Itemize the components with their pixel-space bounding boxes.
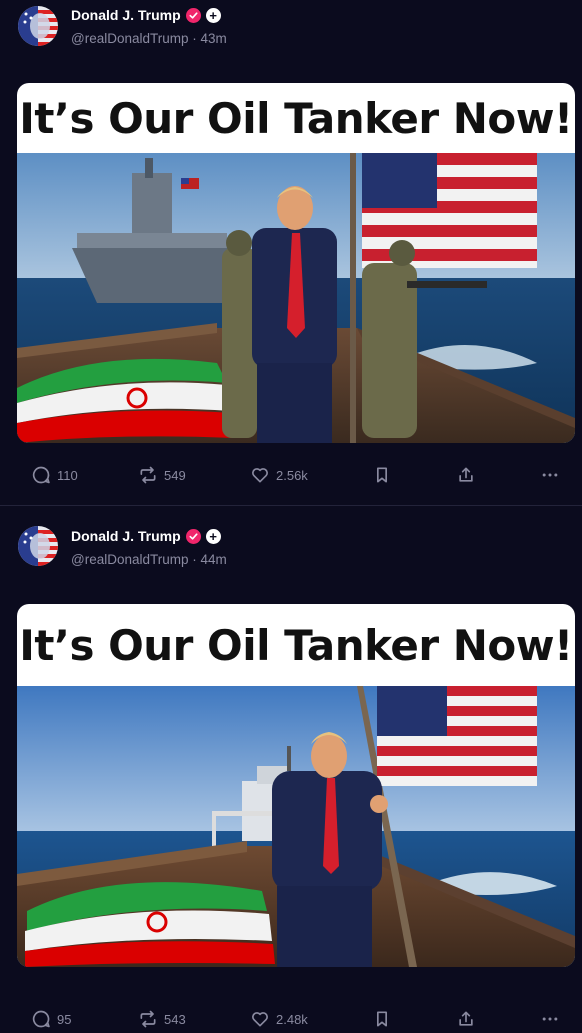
post-2: Donald J. Trump + @realDonaldTrump · 44m… xyxy=(0,520,582,1033)
like-count: 2.48k xyxy=(276,1011,308,1027)
heart-icon xyxy=(252,468,268,483)
media-caption: It’s Our Oil Tanker Now! xyxy=(19,93,573,143)
retruth-button[interactable]: 543 xyxy=(138,1004,186,1033)
retruth-icon xyxy=(140,1010,156,1028)
bookmark-icon xyxy=(377,467,387,483)
author-display-name[interactable]: Donald J. Trump xyxy=(71,528,181,544)
avatar[interactable] xyxy=(18,6,58,46)
more-options-button[interactable] xyxy=(540,460,560,490)
verified-badge-icon xyxy=(185,7,201,23)
reply-count: 95 xyxy=(57,1011,72,1027)
meta-separator: · xyxy=(188,31,201,46)
reply-icon xyxy=(32,466,50,484)
retruth-icon xyxy=(140,466,156,484)
author-handle[interactable]: @realDonaldTrump xyxy=(71,31,189,46)
share-icon xyxy=(459,1011,473,1026)
reply-button[interactable]: 110 xyxy=(31,460,78,490)
post-actions: 110 549 2.56k xyxy=(0,460,582,490)
share-button[interactable] xyxy=(456,460,476,490)
follow-plus-icon[interactable]: + xyxy=(205,7,221,23)
media-image xyxy=(17,686,575,967)
retruth-count: 543 xyxy=(164,1011,186,1027)
follow-plus-icon[interactable]: + xyxy=(205,528,221,544)
more-dots-icon xyxy=(542,1017,558,1021)
bookmark-button[interactable] xyxy=(372,460,392,490)
like-button[interactable]: 2.56k xyxy=(250,460,308,490)
author-row: Donald J. Trump + xyxy=(71,527,221,545)
media-image xyxy=(17,153,575,443)
post-timestamp[interactable]: 44m xyxy=(201,552,227,567)
bookmark-button[interactable] xyxy=(372,1004,392,1033)
reply-icon xyxy=(32,1010,50,1028)
more-options-button[interactable] xyxy=(540,1004,560,1033)
post-timestamp[interactable]: 43m xyxy=(201,31,227,46)
author-row: Donald J. Trump + xyxy=(71,6,221,24)
post-media[interactable]: It’s Our Oil Tanker Now! xyxy=(17,604,575,967)
avatar[interactable] xyxy=(18,526,58,566)
retruth-button[interactable]: 549 xyxy=(138,460,186,490)
author-handle[interactable]: @realDonaldTrump xyxy=(71,552,189,567)
heart-icon xyxy=(252,1012,268,1027)
media-caption: It’s Our Oil Tanker Now! xyxy=(19,620,573,670)
verified-badge-icon xyxy=(185,528,201,544)
post-media[interactable]: It’s Our Oil Tanker Now! xyxy=(17,83,575,443)
more-dots-icon xyxy=(542,473,558,477)
share-icon xyxy=(459,467,473,482)
share-button[interactable] xyxy=(456,1004,476,1033)
meta-separator: · xyxy=(188,552,201,567)
author-meta: @realDonaldTrump · 43m xyxy=(71,31,227,46)
like-button[interactable]: 2.48k xyxy=(250,1004,308,1033)
reply-count: 110 xyxy=(57,467,78,483)
post-1: Donald J. Trump + @realDonaldTrump · 43m… xyxy=(0,0,582,506)
retruth-count: 549 xyxy=(164,467,186,483)
author-meta: @realDonaldTrump · 44m xyxy=(71,552,227,567)
author-display-name[interactable]: Donald J. Trump xyxy=(71,7,181,23)
reply-button[interactable]: 95 xyxy=(31,1004,71,1033)
post-actions: 95 543 2.48k xyxy=(0,1004,582,1033)
bookmark-icon xyxy=(377,1011,387,1027)
like-count: 2.56k xyxy=(276,467,308,483)
